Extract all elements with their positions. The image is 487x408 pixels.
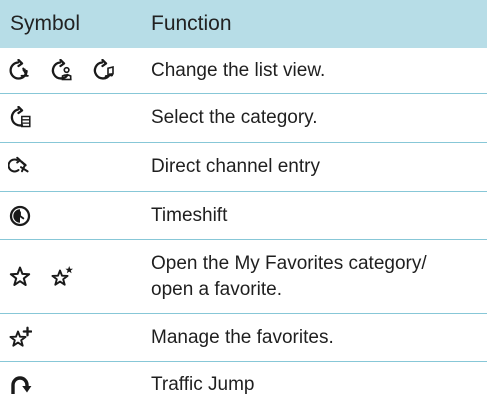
symbol-cell: [0, 265, 140, 289]
function-column-header: Function: [151, 12, 232, 35]
table-row: Timeshift: [0, 192, 487, 240]
category-icon: [8, 106, 32, 130]
table-row: Change the list view.: [0, 48, 487, 94]
timeshift-icon: [8, 204, 32, 228]
function-cell: Manage the favorites.: [140, 325, 487, 351]
table-row: Direct channel entry: [0, 143, 487, 192]
symbol-column-header: Symbol: [10, 12, 81, 35]
symbol-function-table: Symbol Function Change the list view. Se…: [0, 0, 487, 408]
table-header: Symbol Function: [0, 0, 487, 48]
star-outline-icon: [8, 265, 32, 289]
function-cell: Traffic Jump: [140, 372, 487, 398]
symbol-cell: [0, 204, 140, 228]
table-row: Manage the favorites.: [0, 314, 487, 362]
list-view-station-icon: [8, 58, 32, 83]
symbol-cell: [0, 106, 140, 130]
direct-channel-entry-icon: [8, 155, 32, 179]
function-text: Open the My Favorites category/ open a f…: [151, 252, 427, 300]
function-text: Traffic Jump: [151, 374, 255, 395]
traffic-jump-icon: [8, 373, 32, 397]
function-text: Manage the favorites.: [151, 326, 334, 348]
function-text: Timeshift: [151, 204, 228, 226]
star-plus-icon: [8, 326, 32, 350]
list-view-person-icon: [50, 58, 74, 83]
table-row: Traffic Jump: [0, 362, 487, 408]
list-view-music-icon: [92, 58, 116, 83]
symbol-cell: [0, 58, 140, 83]
function-cell: Change the list view.: [140, 58, 487, 84]
function-text: Select the category.: [151, 107, 318, 128]
function-cell: Open the My Favorites category/ open a f…: [140, 251, 487, 303]
function-text: Change the list view.: [151, 59, 326, 81]
function-cell: Direct channel entry: [140, 154, 487, 180]
table-row: Select the category.: [0, 94, 487, 143]
table-row: Open the My Favorites category/ open a f…: [0, 240, 487, 314]
star-with-star-icon: [50, 265, 74, 289]
function-cell: Timeshift: [140, 203, 487, 229]
function-cell: Select the category.: [140, 105, 487, 131]
symbol-cell: [0, 326, 140, 350]
symbol-cell: [0, 155, 140, 179]
function-text: Direct channel entry: [151, 156, 320, 177]
symbol-cell: [0, 373, 140, 397]
